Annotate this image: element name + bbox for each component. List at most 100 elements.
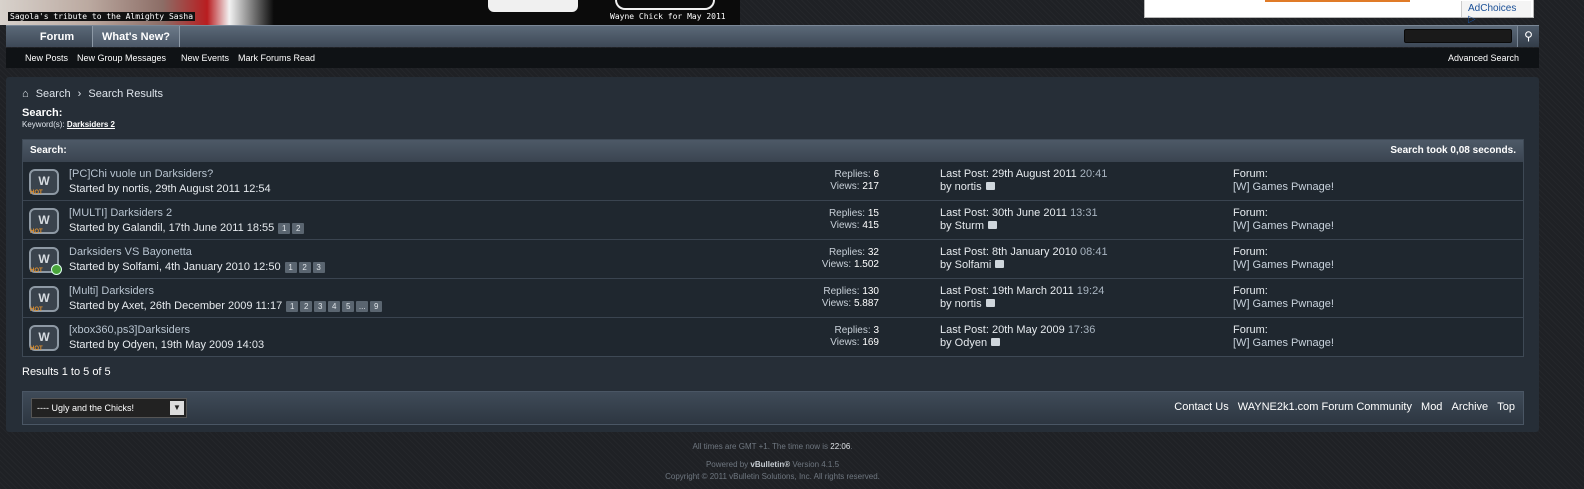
search-icon[interactable]: ⚲: [1517, 26, 1539, 47]
site-logo-shape: [488, 0, 578, 12]
goto-last-post-icon[interactable]: [991, 338, 1001, 347]
thread-title-link[interactable]: [MULTI] Darksiders 2: [69, 207, 172, 219]
footer-link-archive[interactable]: Archive: [1452, 401, 1489, 413]
forum-link[interactable]: [W] Games Pwnage!: [1233, 220, 1334, 233]
goto-last-post-icon[interactable]: [985, 182, 995, 191]
page-link[interactable]: 2: [298, 262, 311, 273]
forum-link[interactable]: [W] Games Pwnage!: [1233, 298, 1334, 311]
page-link[interactable]: 3: [312, 262, 325, 273]
page-link[interactable]: 3: [314, 301, 327, 312]
thread-title-link[interactable]: [PC]Chi vuole un Darksiders?: [69, 168, 213, 180]
last-post-time: 20:41: [1079, 168, 1108, 180]
last-post-time: 13:31: [1070, 207, 1098, 219]
new-posts-badge-icon: [51, 264, 62, 275]
footer-link-mod[interactable]: Mod: [1421, 401, 1442, 413]
last-post-author[interactable]: by Odyen: [940, 337, 987, 349]
style-chooser-select[interactable]: ---- Ugly and the Chicks! ▼: [31, 398, 187, 418]
last-post-author[interactable]: by Sturm: [940, 220, 984, 232]
thread-stats: Replies: 130 Views: 5.887: [783, 286, 879, 310]
thread-title-link[interactable]: Darksiders VS Bayonetta: [69, 246, 192, 258]
subnav-advanced-search[interactable]: Advanced Search: [1448, 53, 1519, 63]
goto-last-post-icon[interactable]: [985, 299, 995, 308]
thread-icon-letter: W: [38, 174, 50, 188]
table-row: W HOT Darksiders VS Bayonetta Started by So…: [23, 239, 1523, 278]
tab-whats-new[interactable]: What's New?: [92, 26, 180, 47]
footer-link-contact-us[interactable]: Contact Us: [1174, 401, 1228, 413]
hot-label: HOT: [30, 346, 43, 352]
last-post: Last Post: 29th August 2011 20:41 by nort…: [940, 168, 1107, 194]
footer-link-community[interactable]: WAYNE2k1.com Forum Community: [1238, 401, 1412, 413]
page-link[interactable]: 2: [292, 223, 305, 234]
footer-link-top[interactable]: Top: [1497, 401, 1515, 413]
goto-last-post-icon[interactable]: [995, 260, 1005, 269]
page-links: 1 2 3 4 5... 9: [286, 300, 384, 312]
thread-meta: Started by Axet, 26th December 2009 11:1…: [69, 300, 384, 312]
thread-forum: Forum: [W] Games Pwnage!: [1233, 246, 1334, 272]
quick-search-input[interactable]: [1404, 29, 1512, 43]
thread-meta: Started by Galandil, 17th June 2011 18:5…: [69, 222, 306, 234]
subnav-new-group-messages[interactable]: New Group Messages: [77, 53, 166, 63]
forum-link[interactable]: [W] Games Pwnage!: [1233, 337, 1334, 350]
last-post-date: Last Post: 29th August 2011: [940, 168, 1077, 180]
thread-icon-letter: W: [38, 252, 50, 266]
breadcrumb-search[interactable]: Search: [36, 88, 71, 100]
search-keywords: Keyword(s): Darksiders 2: [22, 120, 115, 129]
vbulletin-link[interactable]: vBulletin®: [750, 460, 790, 469]
page-link[interactable]: 1: [278, 223, 291, 234]
subnav-new-posts[interactable]: New Posts: [25, 53, 68, 63]
ad-accent-bar: [1265, 0, 1410, 2]
thread-meta: Started by Odyen, 19th May 2009 14:03: [69, 339, 264, 351]
last-post: Last Post: 8th January 2010 08:41 by Solf…: [940, 246, 1108, 272]
keyword-link[interactable]: Darksiders 2: [67, 120, 115, 129]
forum-link[interactable]: [W] Games Pwnage!: [1233, 181, 1334, 194]
timezone-text: All times are GMT +1. The time now is: [692, 442, 829, 451]
last-post-author[interactable]: by nortis: [940, 298, 982, 310]
thread-stats: Replies: 6 Views: 217: [783, 169, 879, 193]
forum-link[interactable]: [W] Games Pwnage!: [1233, 259, 1334, 272]
page-link[interactable]: ...: [356, 301, 369, 312]
subnav-mark-forums-read[interactable]: Mark Forums Read: [238, 53, 315, 63]
tab-forum[interactable]: Forum: [24, 26, 90, 47]
timezone-line: All times are GMT +1. The time now is 22…: [692, 442, 853, 451]
results-header: Search: Search took 0,08 seconds.: [23, 140, 1523, 161]
page-link[interactable]: 1: [286, 301, 299, 312]
page-links: 12: [278, 222, 306, 234]
views-count: 415: [862, 220, 879, 231]
breadcrumb-current: Search Results: [88, 88, 163, 100]
last-post: Last Post: 19th March 2011 19:24 by norti…: [940, 285, 1104, 311]
last-post-author[interactable]: by Solfami: [940, 259, 991, 271]
page-links: 123: [284, 261, 327, 273]
page-link[interactable]: 2: [300, 301, 313, 312]
views-label: Views:: [830, 337, 860, 348]
last-post-date: Last Post: 19th March 2011: [940, 285, 1074, 297]
page-link[interactable]: 9: [370, 301, 383, 312]
views-count: 1.502: [853, 259, 879, 270]
page-link[interactable]: 1: [284, 262, 297, 273]
views-label: Views:: [830, 181, 860, 192]
forum-label: Forum:: [1233, 246, 1268, 258]
thread-title-link[interactable]: [xbox360,ps3]Darksiders: [69, 324, 190, 336]
page-link[interactable]: 5: [342, 301, 355, 312]
thread-status-icon: W HOT: [29, 286, 59, 313]
replies-count: 15: [867, 208, 879, 219]
last-post-author[interactable]: by nortis: [940, 181, 982, 193]
thread-status-icon: W HOT: [29, 208, 59, 235]
hot-label: HOT: [30, 190, 43, 196]
page-link[interactable]: 4: [328, 301, 341, 312]
subnav-new-events[interactable]: New Events: [181, 53, 229, 63]
breadcrumb-separator: ›: [77, 88, 82, 100]
breadcrumb: ⌂ Search › Search Results: [22, 88, 163, 100]
thread-stats: Replies: 15 Views: 415: [783, 208, 879, 232]
footer-bar: ---- Ugly and the Chicks! ▼ Contact Us W…: [22, 391, 1524, 425]
chevron-down-icon[interactable]: ▼: [170, 401, 184, 415]
results-count: Results 1 to 5 of 5: [22, 366, 111, 378]
sub-navbar: New Posts New Group Messages New Events …: [6, 48, 1539, 68]
replies-label: Replies:: [823, 286, 860, 297]
home-icon[interactable]: ⌂: [22, 88, 29, 100]
last-post-date: Last Post: 30th June 2011: [940, 207, 1067, 219]
goto-last-post-icon[interactable]: [988, 221, 998, 230]
thread-title-link[interactable]: [Multi] Darksiders: [69, 285, 154, 297]
thread-meta: Started by nortis, 29th August 2011 12:5…: [69, 183, 271, 195]
replies-label: Replies:: [828, 247, 866, 258]
adchoices-link[interactable]: AdChoices ▷: [1461, 1, 1531, 25]
